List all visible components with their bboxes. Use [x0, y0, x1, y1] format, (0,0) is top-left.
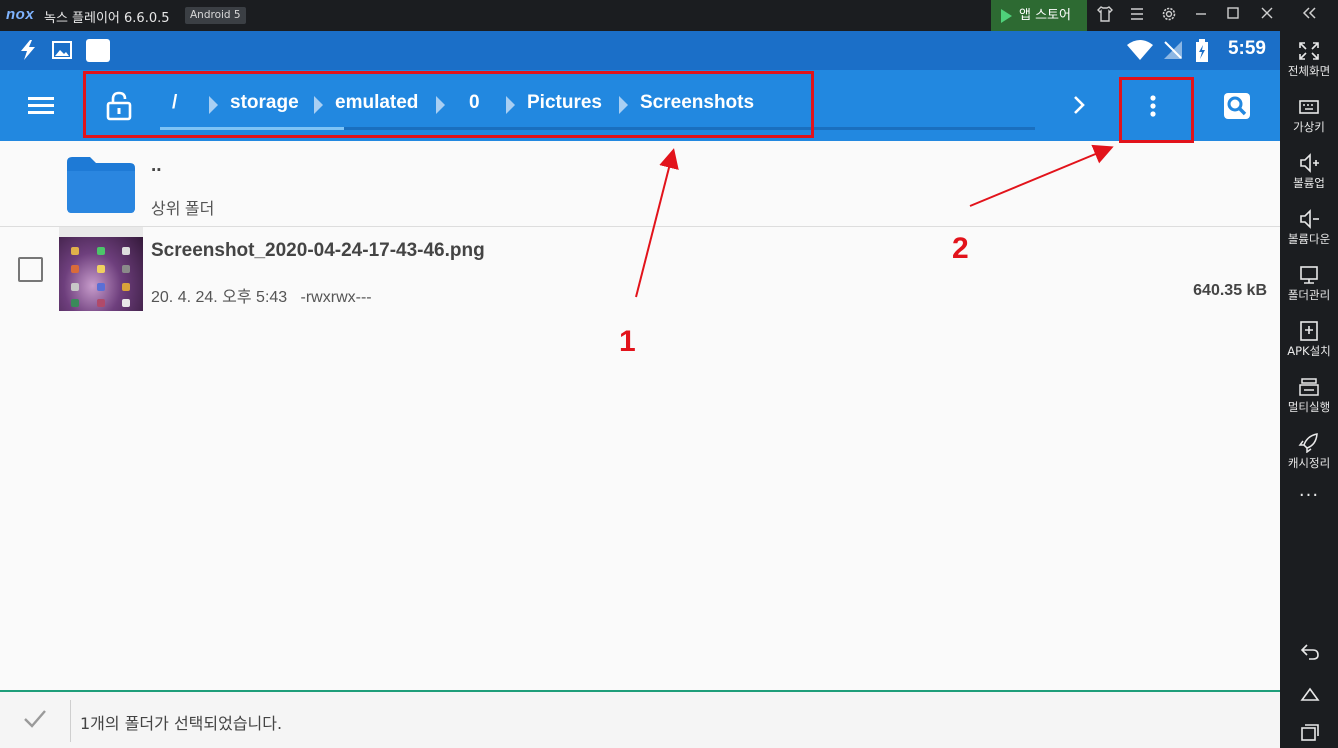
file-meta: 20. 4. 24. 오후 5:43 -rwxrwx---	[151, 289, 372, 306]
nox-logo: nox	[6, 6, 35, 23]
battery-icon	[1195, 39, 1209, 67]
no-signal-icon	[1162, 39, 1184, 65]
file-thumbnail	[59, 227, 143, 311]
keyboard-icon	[1299, 100, 1319, 114]
sidebar-item-virtual-keys[interactable]: 가상키	[1280, 97, 1338, 135]
titlebar: nox 녹스 플레이어 6.6.0.5 Android 5 앱 스토어	[0, 0, 1338, 31]
flash-icon	[18, 39, 38, 65]
sidebar-item-volume-down[interactable]: 볼륨다운	[1280, 209, 1338, 247]
play-store-icon	[1001, 9, 1012, 23]
shirt-icon[interactable]	[1094, 5, 1116, 27]
gear-icon[interactable]	[1158, 5, 1180, 27]
app-store-label: 앱 스토어	[1019, 8, 1071, 23]
minimize-icon[interactable]	[1190, 5, 1212, 27]
android-screen: 5:59 / storage emulated 0 Pictures Scree…	[0, 31, 1280, 748]
window-title: 녹스 플레이어 6.6.0.5	[44, 11, 170, 26]
sidebar-item-fullscreen[interactable]: 전체화면	[1280, 41, 1338, 79]
selection-bar: 1개의 폴더가 선택되었습니다.	[0, 690, 1280, 748]
sidebar-more-button[interactable]: ···	[1280, 485, 1338, 506]
image-icon	[51, 39, 73, 65]
rocket-icon	[1298, 433, 1318, 453]
file-row[interactable]: Screenshot_2020-04-24-17-43-46.png 20. 4…	[0, 227, 1280, 313]
app-store-button[interactable]: 앱 스토어	[991, 0, 1087, 31]
android-status-bar: 5:59	[0, 31, 1280, 70]
nox-player-window: nox 녹스 플레이어 6.6.0.5 Android 5 앱 스토어 5:59…	[0, 0, 1338, 748]
collapse-sidebar-icon[interactable]	[1298, 5, 1320, 27]
sidebar-item-multi-instance[interactable]: 멀티실행	[1280, 377, 1338, 415]
parent-folder-label: 상위 폴더	[151, 201, 215, 218]
sidebar-item-label: 멀티실행	[1287, 400, 1331, 414]
annotation-number-1: 1	[619, 325, 636, 358]
nox-sidebar: 전체화면 가상키 볼륨업 볼륨다운 폴더관리 APK설치 멀티실행 캐시정리 ·…	[1280, 31, 1338, 748]
parent-folder-row[interactable]: .. 상위 폴더	[0, 141, 1280, 227]
maximize-icon[interactable]	[1222, 5, 1244, 27]
sidebar-item-cache-clean[interactable]: 캐시정리	[1280, 433, 1338, 471]
divider	[70, 700, 71, 742]
sidebar-item-label: 캐시정리	[1287, 456, 1331, 470]
file-checkbox[interactable]	[18, 257, 43, 282]
annotation-box-breadcrumb	[83, 71, 814, 138]
sidebar-item-label: 볼륨업	[1293, 176, 1325, 190]
chevron-right-icon[interactable]	[1071, 94, 1087, 120]
annotation-number-2: 2	[952, 232, 969, 265]
home-icon[interactable]	[1299, 683, 1321, 705]
fullscreen-icon	[1299, 42, 1319, 60]
sidebar-item-folder-manage[interactable]: 폴더관리	[1280, 265, 1338, 303]
sidebar-item-label: 전체화면	[1287, 64, 1331, 78]
menu-icon[interactable]	[1126, 5, 1148, 27]
recents-icon[interactable]	[1299, 721, 1321, 743]
wifi-icon	[1126, 39, 1154, 65]
back-icon[interactable]	[1299, 641, 1321, 663]
menu-icon[interactable]	[28, 97, 54, 115]
white-square-icon	[85, 39, 111, 67]
close-icon[interactable]	[1256, 5, 1278, 27]
search-icon[interactable]	[1224, 93, 1250, 123]
multi-instance-icon	[1299, 378, 1319, 396]
sidebar-item-label: 폴더관리	[1287, 288, 1331, 302]
sidebar-item-apk-install[interactable]: APK설치	[1280, 321, 1338, 359]
annotation-box-more-menu	[1119, 77, 1194, 143]
folder-manage-icon	[1300, 266, 1318, 284]
sidebar-item-volume-up[interactable]: 볼륨업	[1280, 153, 1338, 191]
volume-down-icon	[1300, 209, 1319, 229]
folder-icon	[67, 157, 135, 213]
file-name: Screenshot_2020-04-24-17-43-46.png	[151, 240, 485, 261]
sidebar-item-label: APK설치	[1287, 344, 1331, 358]
parent-folder-name: ..	[151, 155, 162, 176]
status-time: 5:59	[1227, 38, 1266, 59]
check-icon[interactable]	[22, 706, 48, 734]
sidebar-item-label: 볼륨다운	[1287, 232, 1331, 246]
apk-install-icon	[1300, 321, 1318, 341]
sidebar-item-label: 가상키	[1293, 120, 1325, 134]
android-version-badge: Android 5	[185, 7, 246, 24]
volume-up-icon	[1300, 153, 1319, 173]
selection-message: 1개의 폴더가 선택되었습니다.	[80, 714, 283, 733]
file-size: 640.35 kB	[1193, 282, 1267, 299]
